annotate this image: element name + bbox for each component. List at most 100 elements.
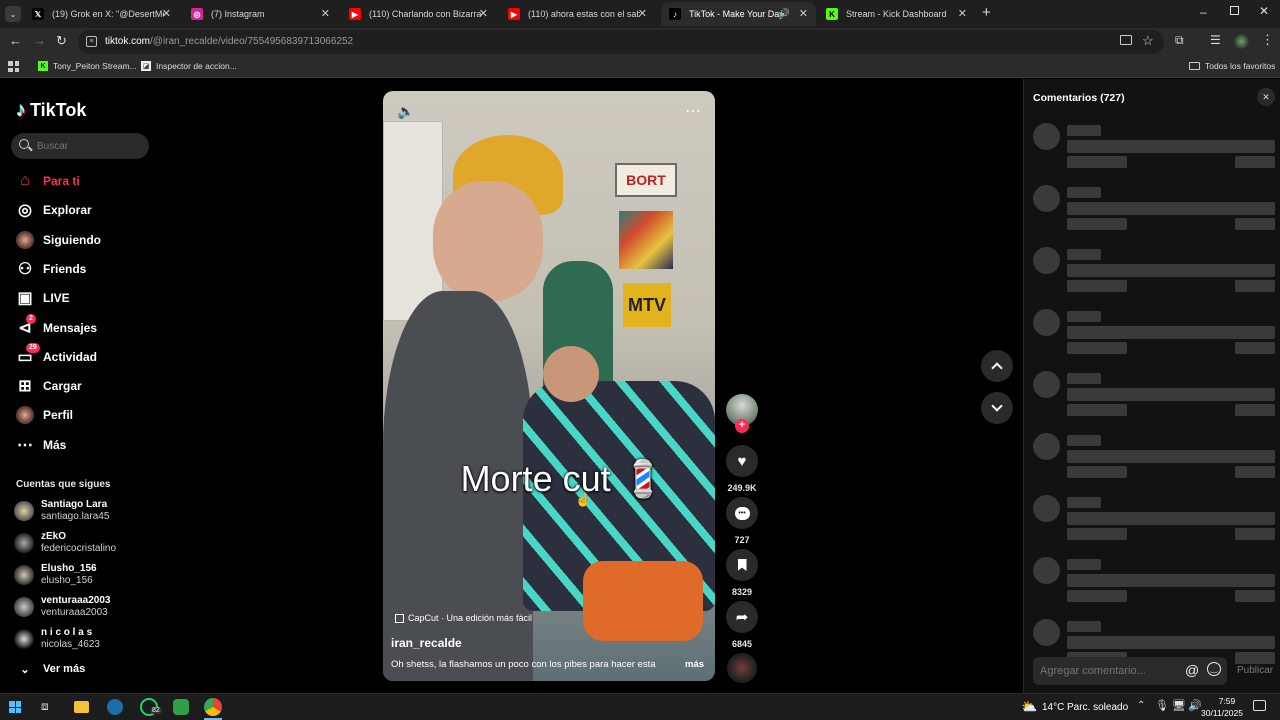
capcut-label[interactable]: CapCut · Una edición más fácil <box>395 613 532 623</box>
address-bar[interactable]: ≡ tiktok.com/@iran_recalde/video/7554956… <box>78 30 1164 54</box>
bookmark-tony-peiton[interactable]: K Tony_Peiton Stream... <box>38 61 137 71</box>
wall-sign: BORT <box>615 163 677 197</box>
network-icon[interactable]: 🖥 <box>1172 699 1186 712</box>
avatar <box>14 533 34 553</box>
forward-button[interactable]: → <box>33 33 46 48</box>
apps-grid-icon[interactable] <box>8 61 19 72</box>
chrome-icon[interactable] <box>204 698 222 716</box>
mute-icon[interactable]: 🔈 <box>397 103 414 120</box>
back-button[interactable]: ← <box>9 33 22 48</box>
close-window-button[interactable]: ✕ <box>1259 4 1269 18</box>
nav-item-actividad[interactable]: ▭ Actividad 29 <box>16 342 97 368</box>
nav-label: Más <box>43 437 67 452</box>
hidden-icons-chevron-icon[interactable]: ⌃ <box>1137 700 1145 711</box>
nav-item-live[interactable]: ▣ LIVE <box>16 287 69 309</box>
mention-icon[interactable]: @ <box>1185 662 1199 678</box>
browser-tab[interactable]: ◎ (7) Instagram ✕ <box>183 2 338 26</box>
bookmark-inspector[interactable]: ◪ Inspector de accion... <box>141 61 237 71</box>
new-tab-button[interactable]: + <box>982 4 991 21</box>
bookmark-star-icon[interactable]: ☆ <box>1142 33 1154 49</box>
reload-button[interactable]: ↻ <box>56 33 67 49</box>
avatar-placeholder <box>1033 123 1060 150</box>
video-player[interactable]: BORT MTV 🔈 ⋯ Morte cut 💈 CapCut · Una ed… <box>383 91 715 681</box>
tab-close-icon[interactable]: ✕ <box>162 7 171 20</box>
browser-tab[interactable]: ▶ (110) ahora estas con el sabien✕ <box>500 2 655 26</box>
tab-close-icon[interactable]: ✕ <box>638 7 647 20</box>
save-button[interactable]: 8329 <box>726 549 758 597</box>
comment-input[interactable] <box>1040 663 1180 679</box>
followed-account[interactable]: Elusho_156 elusho_156 <box>14 561 97 589</box>
install-app-icon[interactable] <box>1120 35 1132 45</box>
microphone-icon[interactable]: 🎙 <box>1155 699 1169 712</box>
steam-icon[interactable] <box>107 699 123 715</box>
video-author[interactable]: iran_recalde <box>391 636 462 650</box>
all-bookmarks-button[interactable]: Todos los favoritos <box>1189 61 1275 71</box>
music-disc-button[interactable] <box>726 653 758 683</box>
browser-tab[interactable]: 𝕏 (19) Grok en X: "@DesertMende✕ <box>24 2 179 26</box>
browser-tab[interactable]: K Stream - Kick Dashboard ✕ <box>818 2 975 26</box>
text-placeholder <box>1235 466 1275 478</box>
browser-menu-icon[interactable]: ⋮ <box>1261 32 1274 48</box>
search-input[interactable] <box>37 138 142 154</box>
avatar-placeholder <box>1033 433 1060 460</box>
comment-input-box[interactable]: @ ‿ <box>1033 657 1227 685</box>
nav-item-explorar[interactable]: ◎ Explorar <box>16 199 92 221</box>
media-control-icon[interactable]: ☰ <box>1210 33 1221 47</box>
previous-video-button[interactable] <box>981 350 1013 382</box>
account-name: n i c o l a s <box>41 627 93 638</box>
tab-search-button[interactable]: ⌄ <box>5 6 21 22</box>
restore-button[interactable] <box>1230 6 1239 15</box>
caption-more-link[interactable]: más <box>685 659 704 670</box>
nav-item-para-ti[interactable]: ⌂ Para ti <box>16 170 80 192</box>
minimize-button[interactable]: – <box>1200 5 1207 19</box>
share-button[interactable]: ➦ 6845 <box>726 601 758 649</box>
followed-account[interactable]: n i c o l a s nicolas_4623 <box>14 625 100 653</box>
nav-item-cargar[interactable]: ⊞ Cargar <box>16 375 82 397</box>
close-comments-button[interactable]: ✕ <box>1257 88 1275 106</box>
nav-item-perfil[interactable]: Perfil <box>16 404 73 426</box>
android-app-icon[interactable] <box>173 699 189 715</box>
windows-start-icon[interactable] <box>9 701 21 713</box>
weather-temp[interactable]: 14°C <box>1042 702 1064 713</box>
notifications-icon[interactable] <box>1253 700 1266 711</box>
tab-close-icon[interactable]: ✕ <box>958 7 967 20</box>
see-more-button[interactable]: ⌄ Ver más <box>16 658 85 680</box>
nav-item-mensajes[interactable]: ⊲ Mensajes 2 <box>16 313 97 339</box>
weather-icon[interactable]: ⛅ <box>1021 699 1037 715</box>
file-explorer-icon[interactable] <box>74 701 89 713</box>
video-options-icon[interactable]: ⋯ <box>685 101 702 121</box>
like-button[interactable]: ♥ 249.9K <box>726 445 758 493</box>
clock-time[interactable]: 7:59 <box>1212 696 1242 706</box>
tab-close-icon[interactable]: ✕ <box>321 7 330 20</box>
creator-avatar-button[interactable]: + <box>726 394 758 433</box>
browser-tab[interactable]: ▶ (110) Charlando con Bizarrap y ✕ <box>341 2 496 26</box>
browser-tab[interactable]: ♪ TikTok - Make Your Day 🔊 ✕ <box>661 2 816 26</box>
comment-button[interactable]: ••• 727 <box>726 497 758 545</box>
weather-desc[interactable]: Parc. soleado <box>1067 702 1128 713</box>
followed-account[interactable]: venturaaa2003 venturaaa2003 <box>14 593 111 621</box>
publish-button[interactable]: Publicar <box>1237 665 1273 676</box>
search-box[interactable] <box>11 133 149 159</box>
nav-item-m-s[interactable]: ⋯ Más <box>16 434 66 456</box>
tab-close-icon[interactable]: ✕ <box>799 7 808 20</box>
follow-plus-icon[interactable]: + <box>735 419 749 433</box>
notification-badge: 2 <box>26 313 36 324</box>
followed-account[interactable]: zEkO federicocristalino <box>14 529 116 557</box>
friends-icon: ⚇ <box>17 260 33 278</box>
tab-close-icon[interactable]: ✕ <box>479 7 488 20</box>
followed-account[interactable]: Santiago Lara santiago.lara45 <box>14 497 109 525</box>
profile-icon <box>16 406 34 425</box>
tiktok-logo[interactable]: ♪ TikTok <box>16 99 86 122</box>
comment-loading-placeholder <box>1024 557 1280 612</box>
site-info-icon[interactable]: ≡ <box>86 36 97 47</box>
task-view-icon[interactable]: ⧈ <box>41 699 49 714</box>
nav-item-siguiendo[interactable]: Siguiendo <box>16 229 101 251</box>
next-video-button[interactable] <box>981 392 1013 424</box>
profile-avatar[interactable] <box>1234 34 1249 49</box>
nav-item-friends[interactable]: ⚇ Friends <box>16 258 87 280</box>
nav-label: Cargar <box>43 379 82 394</box>
tab-audio-icon[interactable]: 🔊 <box>779 8 790 19</box>
clock-date[interactable]: 30/11/2025 <box>1199 708 1245 718</box>
emoji-icon[interactable]: ‿ <box>1207 662 1221 676</box>
extensions-icon[interactable]: ⧉ <box>1175 33 1184 48</box>
